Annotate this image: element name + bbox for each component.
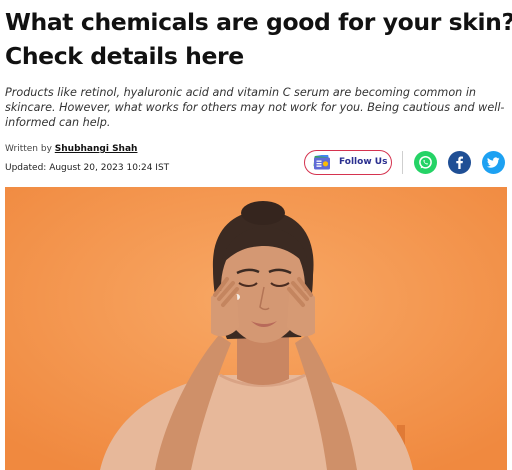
follow-us-button[interactable]: Follow Us <box>304 150 392 175</box>
author-link[interactable]: Shubhangi Shah <box>55 144 138 154</box>
whatsapp-icon <box>419 155 432 169</box>
written-by-label: Written by <box>5 144 52 154</box>
article-hero-image <box>5 187 507 470</box>
twitter-icon <box>486 157 500 168</box>
headline-line-1: What chemicals are good for your skin? <box>5 8 512 36</box>
twitter-share-button[interactable] <box>482 151 505 174</box>
woman-applying-skincare-illustration <box>5 187 507 470</box>
share-divider <box>402 151 403 174</box>
updated-timestamp: Updated: August 20, 2023 10:24 IST <box>5 163 170 173</box>
article-summary: Products like retinol, hyaluronic acid a… <box>5 86 505 129</box>
article-headline: What chemicals are good for your skin? C… <box>5 5 512 73</box>
google-news-icon <box>313 154 331 170</box>
facebook-icon <box>456 156 463 169</box>
facebook-share-button[interactable] <box>448 151 471 174</box>
headline-line-2: Check details here <box>5 42 244 70</box>
byline: Written by Shubhangi Shah <box>5 144 137 154</box>
follow-us-label: Follow Us <box>339 157 388 167</box>
whatsapp-share-button[interactable] <box>414 151 437 174</box>
